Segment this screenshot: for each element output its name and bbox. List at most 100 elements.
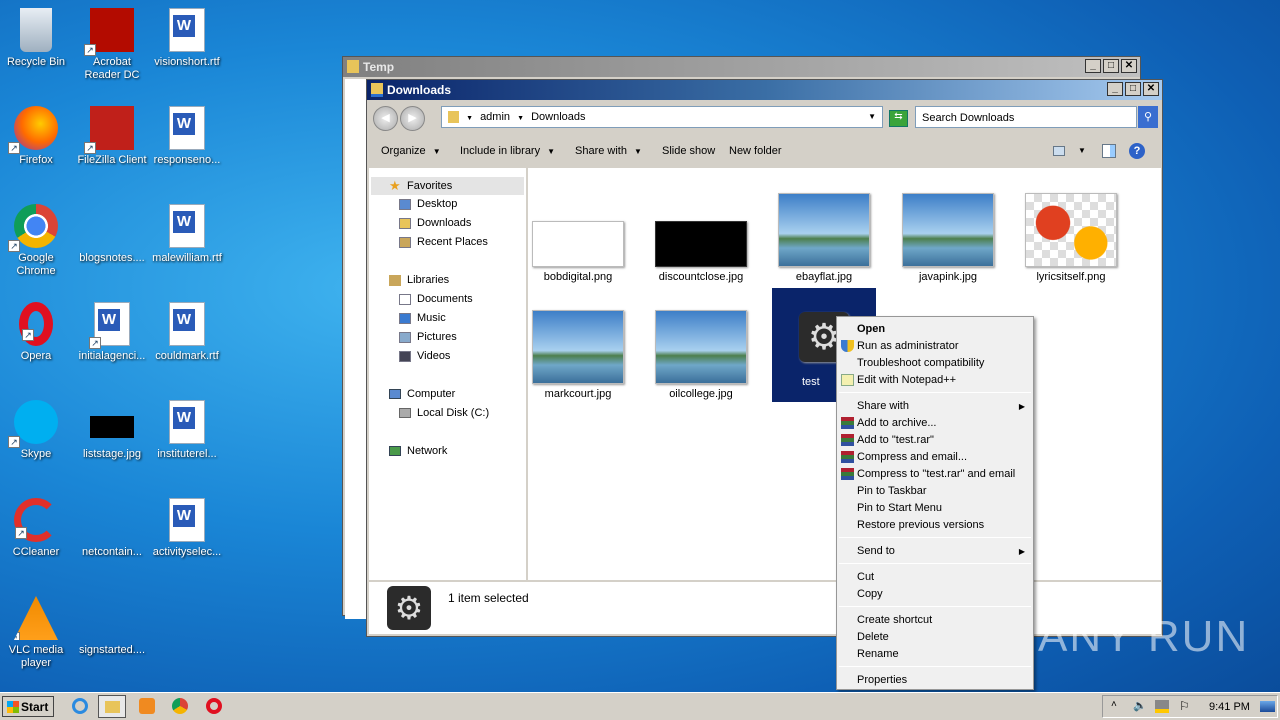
desktop-icon[interactable]: malewilliam.rtf [149,204,225,265]
desktop-icon[interactable]: ↗ CCleaner [0,498,74,559]
address-dropdown-icon[interactable]: ▼ [868,112,876,121]
nav-computer[interactable]: Computer [389,388,455,400]
preview-pane-icon[interactable] [1102,144,1116,158]
search-input[interactable]: Search Downloads [915,106,1137,128]
file-item[interactable]: bobdigital.png [523,193,633,283]
menu-item[interactable]: Share with ▶ [837,398,1033,415]
explorer-taskbar-button[interactable] [98,695,126,718]
desktop-icon[interactable]: ↗ VLC media player [0,596,74,670]
temp-titlebar[interactable]: Temp _ □ ✕ [343,57,1140,77]
menu-item[interactable]: Send to ▶ [837,543,1033,560]
change-view-icon[interactable] [1053,146,1065,156]
share-with-button[interactable]: Share with ▼ [575,145,642,157]
desktop-icon-label: instituterel... [157,448,217,460]
desktop-icon[interactable]: couldmark.rtf [149,302,225,363]
menu-item[interactable]: Add to "test.rar" [837,432,1033,449]
breadcrumb-downloads[interactable]: Downloads [531,111,585,123]
show-hidden-icons[interactable]: ˄ [1111,699,1117,710]
desktop-icon[interactable]: responseno... [149,106,225,167]
start-button[interactable]: Start [2,696,54,717]
file-item[interactable]: javapink.jpg [893,193,1003,283]
nav-item[interactable]: Videos [399,350,450,362]
desktop-icon[interactable]: ↗initialagenci... [74,302,150,363]
file-item[interactable]: lyricsitself.png [1016,193,1126,283]
address-bar[interactable]: ▼ admin ▼ Downloads ▼ [441,106,883,128]
menu-item[interactable]: Delete [837,629,1033,646]
menu-item[interactable]: Restore previous versions [837,517,1033,534]
desktop-icon[interactable]: ↗ Firefox [0,106,74,167]
nav-item[interactable]: Documents [399,293,473,305]
menu-item[interactable]: Cut [837,569,1033,586]
desktop-icon[interactable]: activityselec... [149,498,225,559]
desktop-icon[interactable]: ↗ FileZilla Client [74,106,150,167]
explorer-titlebar[interactable]: Downloads _ □ ✕ [367,80,1162,100]
ie-icon[interactable] [72,698,88,714]
menu-item[interactable]: Copy [837,586,1033,603]
maximize-button[interactable]: □ [1125,82,1141,96]
nav-favorites[interactable]: ★ Favorites [371,177,524,195]
firefox-icon: ↗ [8,106,58,154]
menu-item[interactable]: Compress and email... [837,449,1033,466]
nav-item[interactable]: Recent Places [399,236,488,248]
menu-item[interactable]: Pin to Taskbar [837,483,1033,500]
menu-item[interactable]: Rename [837,646,1033,663]
search-icon[interactable]: ⚲ [1138,106,1158,128]
chrome-icon[interactable] [172,698,188,714]
nav-item[interactable]: Pictures [399,331,457,343]
slide-show-button[interactable]: Slide show [662,145,715,157]
desktop-icon[interactable]: visionshort.rtf [149,8,225,69]
minimize-button[interactable]: _ [1107,82,1123,96]
desktop-icon[interactable]: liststage.jpg [74,400,150,461]
file-item[interactable]: markcourt.jpg [523,310,633,400]
menu-item[interactable]: Compress to "test.rar" and email [837,466,1033,483]
opera-icon[interactable] [206,698,222,714]
view-dropdown-icon[interactable]: ▼ [1078,146,1086,155]
menu-item[interactable]: Edit with Notepad++ [837,372,1033,389]
nav-item[interactable]: Music [399,312,446,324]
organize-button[interactable]: Organize ▼ [381,145,441,157]
desktop-icon[interactable]: ↗ Skype [0,400,74,461]
close-button[interactable]: ✕ [1121,59,1137,73]
nav-network[interactable]: Network [389,445,447,457]
desktop-icon[interactable]: ↗ Google Chrome [0,204,74,278]
file-item[interactable]: oilcollege.jpg [646,310,756,400]
volume-icon[interactable]: 🔈 [1133,699,1147,712]
menu-item[interactable]: Properties [837,672,1033,689]
show-desktop-icon[interactable] [1260,701,1275,712]
close-button[interactable]: ✕ [1143,82,1159,96]
forward-button[interactable]: ▶ [400,106,425,131]
explorer-window[interactable]: Downloads _ □ ✕ ◀ ▶ ▼ admin ▼ Downloads ▼ … [366,79,1163,637]
desktop-icon[interactable]: ↗ Acrobat Reader DC [74,8,150,82]
nav-item[interactable]: Desktop [399,198,457,210]
desktop-icon[interactable]: blogsnotes.... [74,204,150,265]
new-folder-button[interactable]: New folder [729,145,782,157]
help-icon[interactable]: ? [1129,143,1145,159]
include-in-library-button[interactable]: Include in library ▼ [460,145,555,157]
desktop-icon[interactable]: instituterel... [149,400,225,461]
breadcrumb-admin[interactable]: admin [480,111,510,123]
menu-item[interactable]: Pin to Start Menu [837,500,1033,517]
nav-item[interactable]: Downloads [399,217,471,229]
desktop-icon[interactable]: signstarted.... [74,596,150,657]
desktop-icon[interactable]: ↗ Opera [0,302,74,363]
desktop-icon[interactable]: netcontain... [74,498,150,559]
network-warning-icon[interactable] [1155,700,1169,713]
file-item[interactable]: discountclose.jpg [646,193,756,283]
menu-item[interactable]: Open [837,321,1033,338]
back-button[interactable]: ◀ [373,106,398,131]
nav-libraries[interactable]: Libraries [389,274,449,286]
media-player-icon[interactable] [139,698,155,714]
maximize-button[interactable]: □ [1103,59,1119,73]
menu-item[interactable]: Troubleshoot compatibility [837,355,1033,372]
file-item[interactable]: ebayflat.jpg [769,193,879,283]
refresh-button[interactable]: ⇆ [889,110,908,127]
nav-local-disk[interactable]: Local Disk (C:) [399,407,489,419]
clock[interactable]: 9:41 PM [1209,701,1250,713]
minimize-button[interactable]: _ [1085,59,1101,73]
blank-file-icon [90,204,134,248]
menu-item[interactable]: Run as administrator [837,338,1033,355]
menu-item[interactable]: Add to archive... [837,415,1033,432]
action-center-flag-icon[interactable]: ⚐ [1179,699,1190,713]
menu-item[interactable]: Create shortcut [837,612,1033,629]
desktop-icon[interactable]: Recycle Bin [0,8,74,69]
